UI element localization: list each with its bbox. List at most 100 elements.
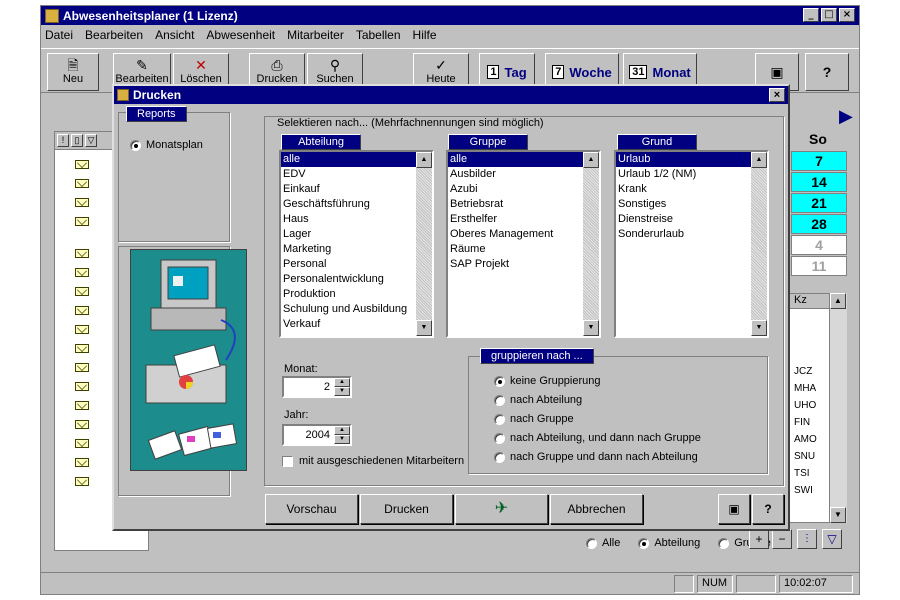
scroll-down-icon[interactable]: ▼ <box>830 507 846 523</box>
radio-icon <box>718 537 730 549</box>
filter-department-radio[interactable]: Abteilung <box>638 537 700 549</box>
menu-ansicht[interactable]: Ansicht <box>155 28 194 42</box>
list-item[interactable]: Ausbilder <box>448 167 599 182</box>
list-item[interactable]: EDV <box>281 167 432 182</box>
list-item[interactable]: alle <box>448 152 599 167</box>
list-item[interactable]: Marketing <box>281 242 432 257</box>
list-item[interactable]: Urlaub <box>616 152 767 167</box>
scroll-up-icon[interactable]: ▲ <box>830 293 846 309</box>
cancel-button[interactable]: Abbrechen <box>550 494 643 524</box>
list-item[interactable]: Sonderurlaub <box>616 227 767 242</box>
list-item[interactable]: Urlaub 1/2 (NM) <box>616 167 767 182</box>
list-item[interactable]: Einkauf <box>281 182 432 197</box>
grund-scrollbar[interactable]: ▲ ▼ <box>751 152 767 336</box>
kz-code[interactable]: TSI <box>794 468 810 479</box>
kz-scrollbar[interactable]: ▲ ▼ <box>829 293 847 523</box>
month-spinner[interactable]: 2 ▲ ▼ <box>282 376 352 398</box>
scroll-up-icon[interactable]: ▲ <box>751 152 767 168</box>
menu-bearbeiten[interactable]: Bearbeiten <box>85 28 143 42</box>
kz-code[interactable]: MHA <box>794 383 816 394</box>
list-item[interactable]: alle <box>281 152 432 167</box>
dialog-close-button[interactable]: × <box>769 88 785 102</box>
grund-list[interactable]: Urlaub Urlaub 1/2 (NM) Krank Sonstiges D… <box>614 150 769 338</box>
new-button[interactable]: 🗎 Neu <box>47 53 99 91</box>
scroll-down-icon[interactable]: ▼ <box>416 320 432 336</box>
abteilung-scrollbar[interactable]: ▲ ▼ <box>416 152 432 336</box>
list-item[interactable]: Dienstreise <box>616 212 767 227</box>
list-item[interactable]: Personalentwicklung <box>281 272 432 287</box>
grouping-option-radio[interactable]: nach Abteilung, und dann nach Gruppe <box>494 432 701 444</box>
list-item[interactable]: Personal <box>281 257 432 272</box>
grouping-option-radio[interactable]: nach Gruppe und dann nach Abteilung <box>494 451 698 463</box>
list-item[interactable]: Sonstiges <box>616 197 767 212</box>
print-button[interactable]: Drucken <box>360 494 453 524</box>
menu-mitarbeiter[interactable]: Mitarbeiter <box>287 28 344 42</box>
spin-down-icon[interactable]: ▼ <box>334 435 350 444</box>
funnel-icon[interactable]: ▽ <box>822 529 842 549</box>
list-item[interactable]: Haus <box>281 212 432 227</box>
preview-button[interactable]: Vorschau <box>265 494 358 524</box>
kz-code[interactable]: SNU <box>794 451 815 462</box>
monatsplan-radio[interactable]: Monatsplan <box>130 139 203 151</box>
next-arrow-icon[interactable]: ▶ <box>839 106 853 127</box>
kz-code[interactable]: FIN <box>794 417 810 428</box>
filter-icon[interactable]: ▽ <box>85 134 97 147</box>
help-toolbar-button[interactable]: ? <box>805 53 849 91</box>
menu-hilfe[interactable]: Hilfe <box>413 28 437 42</box>
add-icon[interactable]: + <box>749 529 769 549</box>
calendar-day[interactable]: 21 <box>791 193 847 213</box>
toolbox-dialog-button[interactable]: ▣ <box>718 494 750 524</box>
calendar-day[interactable]: 7 <box>791 151 847 171</box>
menu-tabellen[interactable]: Tabellen <box>356 28 401 42</box>
maximize-button[interactable]: □ <box>821 8 837 22</box>
priority-icon[interactable]: ! <box>57 134 69 147</box>
checkbox-box <box>282 455 293 467</box>
include-former-checkbox[interactable]: mit ausgeschiedenen Mitarbeitern <box>282 455 464 467</box>
list-item[interactable]: Betriebsrat <box>448 197 599 212</box>
export-button[interactable]: ✈ <box>455 494 548 524</box>
list-item[interactable]: Oberes Management <box>448 227 599 242</box>
scroll-down-icon[interactable]: ▼ <box>583 320 599 336</box>
calendar-day[interactable]: 14 <box>791 172 847 192</box>
gruppe-scrollbar[interactable]: ▲ ▼ <box>583 152 599 336</box>
grouping-option-radio[interactable]: nach Gruppe <box>494 413 574 425</box>
help-button[interactable]: ? <box>752 494 784 524</box>
calendar-day[interactable]: 11 <box>791 256 847 276</box>
document-icon[interactable]: ▯ <box>71 134 83 147</box>
list-item[interactable]: Krank <box>616 182 767 197</box>
kz-code[interactable]: UHO <box>794 400 816 411</box>
kz-code[interactable]: JCZ <box>794 366 812 377</box>
scroll-down-icon[interactable]: ▼ <box>751 320 767 336</box>
spin-up-icon[interactable]: ▲ <box>334 378 350 387</box>
list-item[interactable]: Schulung und Ausbildung <box>281 302 432 317</box>
list-item[interactable]: Verkauf <box>281 317 432 332</box>
kz-code[interactable]: AMO <box>794 434 817 445</box>
calendar-day[interactable]: 28 <box>791 214 847 234</box>
grouping-option-radio[interactable]: keine Gruppierung <box>494 375 601 387</box>
gruppe-list[interactable]: alle Ausbilder Azubi Betriebsrat Ersthel… <box>446 150 601 338</box>
filter-all-radio[interactable]: Alle <box>586 537 620 549</box>
scroll-up-icon[interactable]: ▲ <box>416 152 432 168</box>
remove-icon[interactable]: − <box>772 529 792 549</box>
list-item[interactable]: SAP Projekt <box>448 257 599 272</box>
spin-up-icon[interactable]: ▲ <box>334 426 350 435</box>
list-item[interactable]: Geschäftsführung <box>281 197 432 212</box>
spin-down-icon[interactable]: ▼ <box>334 387 350 396</box>
list-item[interactable]: Räume <box>448 242 599 257</box>
kz-code[interactable]: SWI <box>794 485 813 496</box>
menu-datei[interactable]: Datei <box>45 28 73 42</box>
menu-abwesenheit[interactable]: Abwesenheit <box>206 28 275 42</box>
list-item[interactable]: Ersthelfer <box>448 212 599 227</box>
list-item[interactable]: Lager <box>281 227 432 242</box>
minimize-button[interactable]: _ <box>803 8 819 22</box>
calendar-day[interactable]: 4 <box>791 235 847 255</box>
abteilung-list[interactable]: alle EDV Einkauf Geschäftsführung Haus L… <box>279 150 434 338</box>
list-item[interactable]: Produktion <box>281 287 432 302</box>
scroll-up-icon[interactable]: ▲ <box>583 152 599 168</box>
tree-icon[interactable]: ⋮ <box>797 529 817 549</box>
year-spinner[interactable]: 2004 ▲ ▼ <box>282 424 352 446</box>
grouping-option-label: nach Abteilung <box>510 394 583 406</box>
close-button[interactable]: × <box>839 8 855 22</box>
grouping-option-radio[interactable]: nach Abteilung <box>494 394 582 406</box>
list-item[interactable]: Azubi <box>448 182 599 197</box>
